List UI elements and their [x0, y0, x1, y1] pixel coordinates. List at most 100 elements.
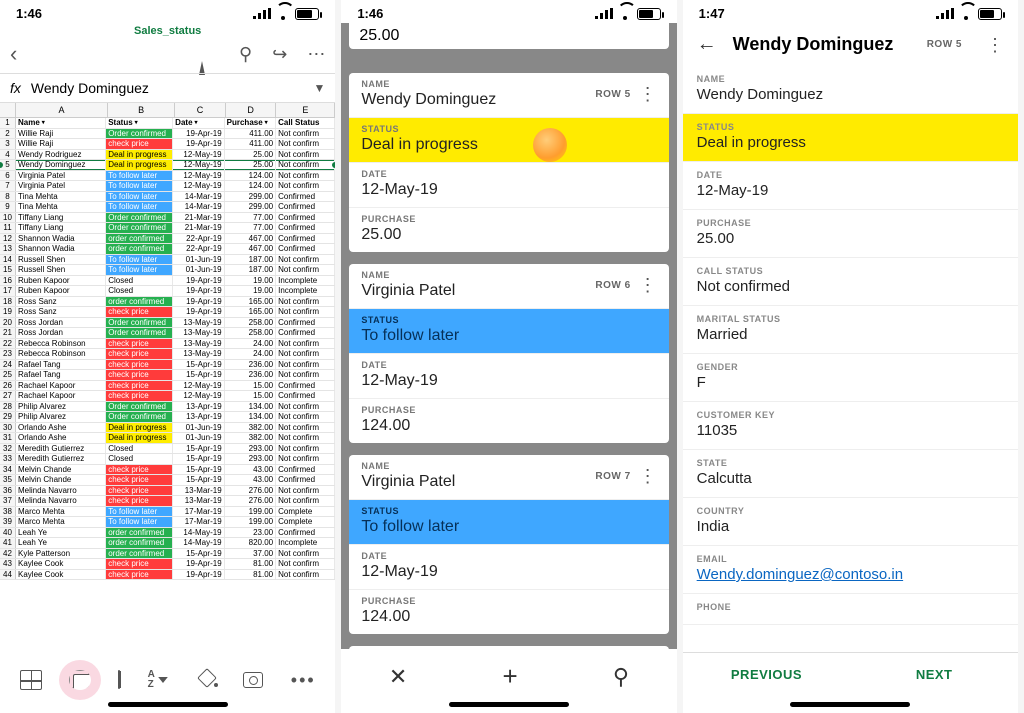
- cell-callstatus[interactable]: Confirmed: [276, 244, 335, 254]
- table-row[interactable]: 13Shannon Wadiaorder confirmed22-Apr-194…: [0, 244, 335, 255]
- cell-date[interactable]: 17-Mar-19: [173, 507, 224, 517]
- cell-date[interactable]: 19-Apr-19: [173, 286, 224, 296]
- cell-callstatus[interactable]: Confirmed: [276, 202, 335, 212]
- row-number[interactable]: 25: [0, 370, 16, 380]
- cell-date[interactable]: 13-Apr-19: [173, 402, 224, 412]
- table-row[interactable]: 37Melinda Navarrocheck price13-Mar-19276…: [0, 496, 335, 507]
- more-icon[interactable]: •••: [291, 672, 316, 688]
- previous-button[interactable]: PREVIOUS: [683, 653, 851, 696]
- cell-date[interactable]: 13-Apr-19: [173, 412, 224, 422]
- cell-purchase[interactable]: 411.00: [225, 139, 276, 149]
- cell-status[interactable]: check price: [106, 465, 173, 475]
- row-number[interactable]: 8: [0, 192, 16, 202]
- table-row[interactable]: 24Rafael Tangcheck price15-Apr-19236.00N…: [0, 360, 335, 371]
- cell-callstatus[interactable]: Not confirm: [276, 370, 335, 380]
- cell-name[interactable]: Tina Mehta: [16, 192, 106, 202]
- row-number[interactable]: 18: [0, 297, 16, 307]
- cell-callstatus[interactable]: Confirmed: [276, 528, 335, 538]
- row-number[interactable]: 1: [0, 118, 16, 128]
- cell-callstatus[interactable]: Not confirm: [276, 297, 335, 307]
- cell-name[interactable]: Wendy Dominguez: [16, 160, 106, 170]
- table-row[interactable]: 11Tiffany LiangOrder confirmed21-Mar-197…: [0, 223, 335, 234]
- row-number[interactable]: 4: [0, 150, 16, 160]
- table-row[interactable]: 20Ross JordanOrder confirmed13-May-19258…: [0, 318, 335, 329]
- cell-date[interactable]: 15-Apr-19: [173, 444, 224, 454]
- col-header[interactable]: C: [175, 103, 226, 117]
- cell-status[interactable]: Order confirmed: [106, 328, 173, 338]
- card-purchase-row[interactable]: PURCHASE124.00: [349, 399, 668, 443]
- cell-callstatus[interactable]: Not confirm: [276, 307, 335, 317]
- cell-status[interactable]: check price: [106, 370, 173, 380]
- cell-purchase[interactable]: 236.00: [225, 360, 276, 370]
- cell-callstatus[interactable]: Confirmed: [276, 328, 335, 338]
- add-button[interactable]: +: [503, 661, 518, 692]
- table-row[interactable]: 35Melvin Chandecheck price15-Apr-1943.00…: [0, 475, 335, 486]
- cell-purchase[interactable]: 25.00: [225, 160, 276, 170]
- row-number[interactable]: 6: [0, 171, 16, 181]
- cell-date[interactable]: 15-Apr-19: [173, 370, 224, 380]
- cell-purchase[interactable]: 24.00: [225, 349, 276, 359]
- row-number[interactable]: 20: [0, 318, 16, 328]
- share-icon[interactable]: ↪: [272, 44, 287, 65]
- detail-field[interactable]: MARITAL STATUSMarried: [683, 306, 1018, 354]
- cell-purchase[interactable]: 81.00: [225, 570, 276, 580]
- row-number[interactable]: 26: [0, 381, 16, 391]
- cell-date[interactable]: 19-Apr-19: [173, 559, 224, 569]
- cell-status[interactable]: Deal in progress: [106, 150, 173, 160]
- cell-name[interactable]: Russell Shen: [16, 255, 106, 265]
- cell-purchase[interactable]: 15.00: [225, 391, 276, 401]
- cell-status[interactable]: order confirmed: [106, 538, 173, 548]
- cell-date[interactable]: 12-May-19: [173, 391, 224, 401]
- cell-callstatus[interactable]: Incomplete: [276, 286, 335, 296]
- cell-purchase[interactable]: 19.00: [225, 286, 276, 296]
- cell-date[interactable]: 15-Apr-19: [173, 465, 224, 475]
- cell-callstatus[interactable]: Complete: [276, 507, 335, 517]
- insert-data-from-picture-icon[interactable]: [243, 672, 263, 688]
- cell-purchase[interactable]: 293.00: [225, 444, 276, 454]
- cell-date[interactable]: 01-Jun-19: [173, 265, 224, 275]
- row-number[interactable]: 14: [0, 255, 16, 265]
- row-number[interactable]: 23: [0, 349, 16, 359]
- cell-purchase[interactable]: 236.00: [225, 370, 276, 380]
- cell-status[interactable]: Order confirmed: [106, 402, 173, 412]
- cell-name[interactable]: Wendy Rodriguez: [16, 150, 106, 160]
- card-overflow-icon[interactable]: ⋮: [639, 471, 657, 481]
- cell-date[interactable]: 15-Apr-19: [173, 360, 224, 370]
- table-row[interactable]: 2Willie RajiOrder confirmed19-Apr-19411.…: [0, 129, 335, 140]
- cell-callstatus[interactable]: Not confirm: [276, 160, 335, 170]
- cell-date[interactable]: 19-Apr-19: [173, 276, 224, 286]
- table-row[interactable]: 44Kaylee Cookcheck price19-Apr-1981.00No…: [0, 570, 335, 581]
- col-header[interactable]: B: [108, 103, 175, 117]
- cell-status[interactable]: order confirmed: [106, 244, 173, 254]
- row-number[interactable]: 31: [0, 433, 16, 443]
- cell-purchase[interactable]: 25.00: [225, 150, 276, 160]
- cell-purchase[interactable]: 187.00: [225, 255, 276, 265]
- row-number[interactable]: 10: [0, 213, 16, 223]
- cell-status[interactable]: To follow later: [106, 181, 173, 191]
- cell-date[interactable]: 01-Jun-19: [173, 255, 224, 265]
- cell-date[interactable]: 12-May-19: [173, 381, 224, 391]
- cell-callstatus[interactable]: Not confirm: [276, 339, 335, 349]
- cell-name[interactable]: Ruben Kapoor: [16, 276, 106, 286]
- card-date-row[interactable]: DATE12-May-19: [349, 354, 668, 399]
- table-row[interactable]: 36Melinda Navarrocheck price13-Mar-19276…: [0, 486, 335, 497]
- row-number[interactable]: 42: [0, 549, 16, 559]
- detail-field[interactable]: COUNTRYIndia: [683, 498, 1018, 546]
- row-number[interactable]: 35: [0, 475, 16, 485]
- col-header[interactable]: D: [226, 103, 277, 117]
- cell-name[interactable]: Virginia Patel: [16, 181, 106, 191]
- cell-purchase[interactable]: 467.00: [225, 234, 276, 244]
- cell-purchase[interactable]: 299.00: [225, 192, 276, 202]
- table-row[interactable]: 10Tiffany LiangOrder confirmed21-Mar-197…: [0, 213, 335, 224]
- table-row[interactable]: 18Ross Sanzorder confirmed19-Apr-19165.0…: [0, 297, 335, 308]
- cell-purchase[interactable]: 293.00: [225, 454, 276, 464]
- formula-input[interactable]: Wendy Dominguez: [31, 80, 304, 96]
- row-number[interactable]: 12: [0, 234, 16, 244]
- table-row[interactable]: 32Meredith GutierrezClosed15-Apr-19293.0…: [0, 444, 335, 455]
- cell-callstatus[interactable]: Not confirm: [276, 412, 335, 422]
- card-overflow-icon[interactable]: ⋮: [639, 89, 657, 99]
- table-row[interactable]: 9Tina MehtaTo follow later14-Mar-19299.0…: [0, 202, 335, 213]
- table-row[interactable]: 39Marco MehtaTo follow later17-Mar-19199…: [0, 517, 335, 528]
- cell-name[interactable]: Rachael Kapoor: [16, 391, 106, 401]
- table-row[interactable]: 15Russell ShenTo follow later01-Jun-1918…: [0, 265, 335, 276]
